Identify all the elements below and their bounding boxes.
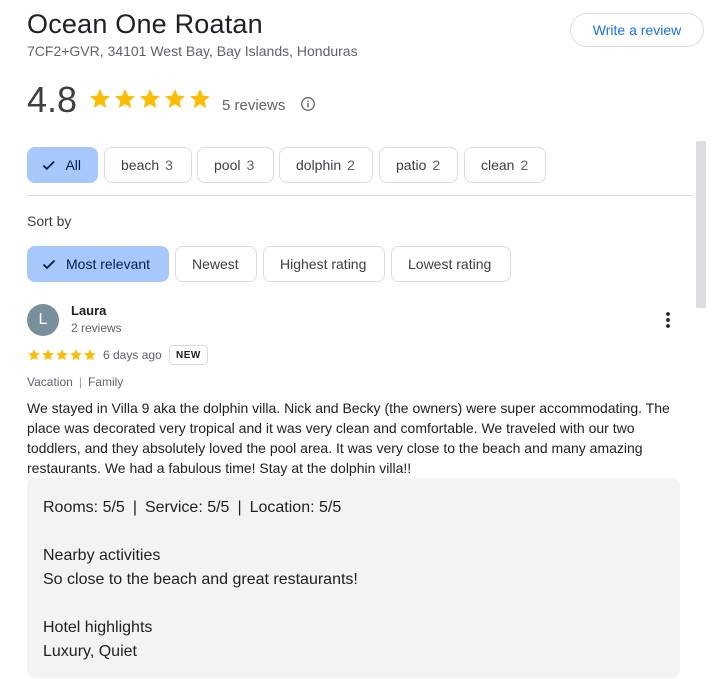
rating-separator: | (237, 499, 242, 516)
topic-chip-patio[interactable]: patio 2 (379, 147, 458, 183)
topic-chip-all[interactable]: All (27, 147, 98, 183)
write-review-button[interactable]: Write a review (570, 13, 704, 47)
review-stars (27, 348, 97, 362)
scrollbar-thumb[interactable] (696, 141, 706, 308)
topic-chip-label: clean (481, 157, 515, 173)
review-text: We stayed in Villa 9 aka the dolphin vil… (27, 400, 670, 476)
sort-by-label: Sort by (27, 213, 72, 229)
topic-chip-label: dolphin (296, 157, 342, 173)
sort-chip-label: Most relevant (66, 256, 151, 272)
topic-chip-count: 3 (246, 157, 255, 173)
review-date: 6 days ago (103, 348, 162, 362)
star-icon (140, 89, 160, 108)
star-icon (115, 89, 135, 108)
topic-chip-dolphin[interactable]: dolphin 2 (279, 147, 373, 183)
sort-chip-label: Highest rating (280, 256, 367, 272)
hotel-highlights-text: Luxury, Quiet (43, 643, 137, 660)
review-details: Rooms: 5/5 | Service: 5/5 | Location: 5/5 Ne… (27, 478, 680, 678)
hotel-highlights-heading: Hotel highlights (43, 619, 153, 636)
section-divider (27, 195, 694, 196)
overall-stars (88, 87, 212, 111)
star-icon (90, 89, 110, 108)
nearby-activities-text: So close to the beach and great restaura… (43, 571, 358, 588)
topic-chip-clean[interactable]: clean 2 (464, 147, 546, 183)
star-icon (42, 349, 54, 361)
avatar[interactable]: L (27, 304, 59, 336)
topic-chip-count: 2 (347, 157, 355, 173)
rating-separator: | (132, 499, 137, 516)
sort-chip-most-relevant[interactable]: Most relevant (27, 246, 169, 282)
topic-chip-beach[interactable]: beach 3 (104, 147, 192, 183)
topic-chip-label: pool (214, 157, 241, 173)
star-icon (84, 349, 96, 361)
sort-chip-label: Newest (192, 256, 239, 272)
location-rating: Location: 5/5 (249, 499, 342, 516)
topic-chip-count: 2 (432, 157, 441, 173)
star-icon (28, 349, 40, 361)
sort-chip-label: Lowest rating (408, 256, 492, 272)
place-title: Ocean One Roatan (27, 9, 263, 39)
topic-chip-label: patio (396, 157, 427, 173)
review-author-count: 2 reviews (71, 321, 122, 335)
star-icon (56, 349, 68, 361)
review-author-name[interactable]: Laura (71, 303, 106, 318)
check-icon (42, 259, 56, 270)
trip-type: Vacation (27, 375, 73, 389)
sub-ratings: Rooms: 5/5 | Service: 5/5 | Location: 5/5 (43, 496, 664, 520)
topic-chip-count: 3 (165, 157, 173, 173)
topic-chip-label: beach (121, 157, 160, 173)
topic-chip-label: All (65, 157, 81, 173)
service-rating: Service: 5/5 (144, 499, 230, 516)
star-icon (165, 89, 185, 108)
overall-rating: 4.8 (27, 79, 78, 120)
more-options-icon[interactable] (659, 311, 677, 329)
nearby-activities-heading: Nearby activities (43, 547, 161, 564)
sort-chip-highest-rating[interactable]: Highest rating (263, 246, 385, 282)
place-address: 7CF2+GVR, 34101 West Bay, Bay Islands, H… (27, 43, 358, 59)
trip-info: Vacation | Family (27, 375, 123, 389)
sort-chip-lowest-rating[interactable]: Lowest rating (391, 246, 511, 282)
check-icon (42, 160, 55, 171)
star-icon (70, 349, 82, 361)
topic-chip-count: 2 (520, 157, 529, 173)
new-badge: NEW (169, 345, 208, 365)
review-count[interactable]: 5 reviews (222, 97, 285, 114)
travel-group: Family (87, 375, 124, 389)
trip-info-separator: | (78, 375, 82, 389)
star-icon (190, 89, 210, 108)
sort-chip-newest[interactable]: Newest (175, 246, 257, 282)
rooms-rating: Rooms: 5/5 (43, 499, 125, 516)
info-icon[interactable] (300, 96, 316, 112)
topic-chip-pool[interactable]: pool 3 (197, 147, 274, 183)
